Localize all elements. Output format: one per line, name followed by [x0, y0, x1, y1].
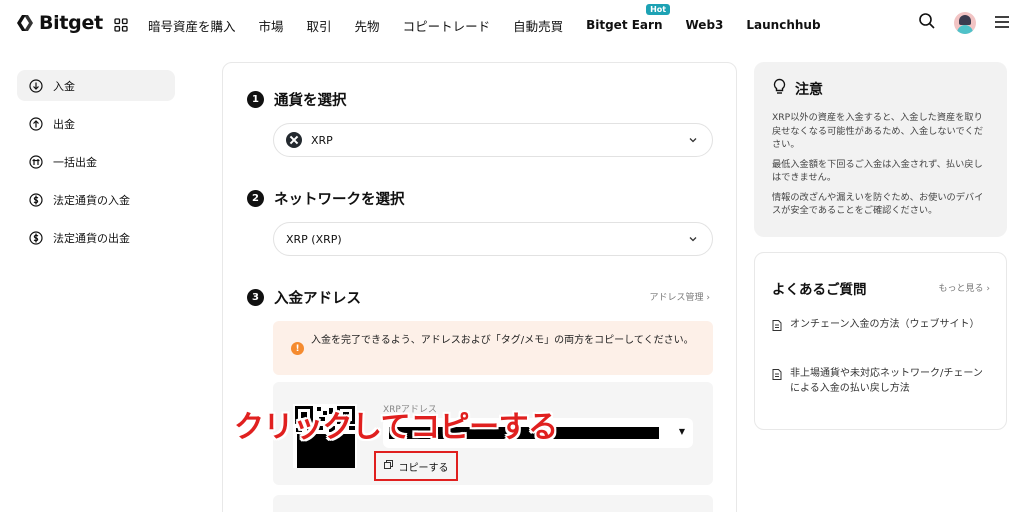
faq-item-text: オンチェーン入金の方法（ウェブサイト） — [790, 319, 980, 330]
warning-icon: ! — [291, 342, 304, 355]
sidebar: 入金 出金 一括出金 法定通貨の入金 法定通貨の出金 — [17, 70, 175, 260]
chevron-down-icon — [688, 135, 698, 148]
annotation-click-to-copy: クリックしてコピーする — [234, 410, 558, 445]
avatar[interactable] — [954, 12, 976, 34]
chevron-down-icon — [688, 234, 698, 247]
sidebar-item-withdraw[interactable]: 出金 — [17, 108, 175, 139]
bitget-logo[interactable]: Bitget — [16, 12, 103, 34]
sidebar-item-label: 一括出金 — [53, 155, 97, 169]
nav-item-web3[interactable]: Web3 — [686, 18, 724, 32]
tag-memo-box — [273, 495, 713, 512]
attention-text: XRP以外の資産を入金すると、入金した資産を取り戻せなくなる可能性があるため、入… — [772, 112, 984, 150]
sidebar-item-label: 入金 — [53, 79, 75, 93]
batch-withdraw-icon — [29, 154, 43, 169]
faq-item-text: 非上場通貨や未対応ネットワーク/チェーンによる入金の払い戻し方法 — [790, 368, 983, 394]
step-select-coin: 1 通貨を選択 — [247, 89, 347, 110]
lightbulb-icon — [772, 78, 787, 99]
nav-item-futures[interactable]: 先物 — [355, 16, 380, 35]
step-number: 3 — [247, 289, 264, 306]
nav-item-copy-trade[interactable]: コピートレード — [403, 16, 491, 35]
apps-grid-icon[interactable] — [114, 17, 128, 32]
top-navbar: Bitget 暗号資産を購入 市場 取引 先物 コピートレード 自動売買 Bit… — [0, 0, 1024, 50]
notice-text: 入金を完了できるよう、アドレスおよび「タグ/メモ」の両方をコピーしてください。 — [311, 335, 694, 346]
sidebar-item-fiat-deposit[interactable]: 法定通貨の入金 — [17, 184, 175, 215]
faq-item[interactable]: オンチェーン入金の方法（ウェブサイト） — [772, 317, 992, 332]
copy-button-label: コピーする — [398, 462, 449, 474]
fiat-deposit-icon — [29, 192, 43, 207]
menu-icon[interactable] — [994, 14, 1010, 33]
sidebar-item-label: 出金 — [53, 117, 75, 131]
sidebar-item-deposit[interactable]: 入金 — [17, 70, 175, 101]
withdraw-icon — [29, 116, 43, 131]
faq-more-link[interactable]: もっと見る › — [939, 281, 990, 294]
nav-item-buy-crypto[interactable]: 暗号資産を購入 — [148, 16, 236, 35]
brand-name: Bitget — [39, 12, 103, 34]
attention-text: 最低入金額を下回るご入金は入金されず、払い戻しはできません。 — [772, 158, 983, 184]
attention-text: 情報の改ざんや漏えいを防ぐため、お使いのデバイスが安全であることをご確認ください… — [772, 191, 984, 217]
sidebar-item-label: 法定通貨の入金 — [53, 193, 130, 207]
attention-header: 注意 — [772, 78, 989, 99]
caret-down-icon: ▼ — [678, 427, 685, 436]
faq-title: よくあるご質問 — [772, 282, 867, 298]
faq-panel: よくあるご質問 もっと見る › オンチェーン入金の方法（ウェブサイト） 非上場通… — [754, 252, 1007, 430]
deposit-icon — [29, 78, 43, 93]
nav-item-launchhub[interactable]: Launchhub — [746, 18, 820, 32]
document-icon — [772, 320, 782, 331]
attention-panel: 注意 XRP以外の資産を入金すると、入金した資産を取り戻せなくなる可能性があるた… — [754, 62, 1007, 237]
step-title: ネットワークを選択 — [274, 192, 405, 208]
coin-select-value: XRP — [311, 133, 333, 147]
step-number: 2 — [247, 190, 264, 207]
copy-address-button[interactable]: コピーする — [374, 451, 458, 481]
sidebar-item-batch-withdraw[interactable]: 一括出金 — [17, 146, 175, 177]
address-management-link[interactable]: アドレス管理 › — [650, 290, 710, 303]
xrp-coin-icon — [286, 132, 302, 148]
step-deposit-address: 3 入金アドレス — [247, 287, 361, 308]
network-select[interactable]: XRP (XRP) — [273, 222, 713, 256]
nav-right-actions — [900, 12, 1010, 34]
nav-item-earn-label: Bitget Earn — [586, 18, 663, 32]
sidebar-item-fiat-withdraw[interactable]: 法定通貨の出金 — [17, 222, 175, 253]
attention-title: 注意 — [795, 81, 823, 98]
nav-menu: 暗号資産を購入 市場 取引 先物 コピートレード 自動売買 Bitget Ear… — [148, 0, 844, 50]
copy-icon — [383, 460, 393, 472]
document-icon — [772, 369, 782, 380]
nav-item-markets[interactable]: 市場 — [259, 16, 284, 35]
step-title: 通貨を選択 — [274, 93, 347, 109]
sidebar-item-label: 法定通貨の出金 — [53, 231, 130, 245]
faq-item[interactable]: 非上場通貨や未対応ネットワーク/チェーンによる入金の払い戻し方法 — [772, 366, 992, 396]
nav-item-trade[interactable]: 取引 — [307, 16, 332, 35]
bitget-logo-icon — [16, 13, 36, 33]
copy-notice: ! 入金を完了できるよう、アドレスおよび「タグ/メモ」の両方をコピーしてください… — [273, 321, 713, 375]
step-title: 入金アドレス — [274, 291, 361, 307]
step-select-network: 2 ネットワークを選択 — [247, 188, 405, 209]
coin-select[interactable]: XRP — [273, 123, 713, 157]
search-icon[interactable] — [918, 12, 936, 34]
nav-item-earn[interactable]: Bitget Earn Hot — [586, 4, 671, 32]
nav-item-bots[interactable]: 自動売買 — [513, 16, 563, 35]
fiat-withdraw-icon — [29, 230, 43, 245]
hot-badge: Hot — [646, 4, 671, 15]
step-number: 1 — [247, 91, 264, 108]
network-select-value: XRP (XRP) — [286, 232, 342, 246]
